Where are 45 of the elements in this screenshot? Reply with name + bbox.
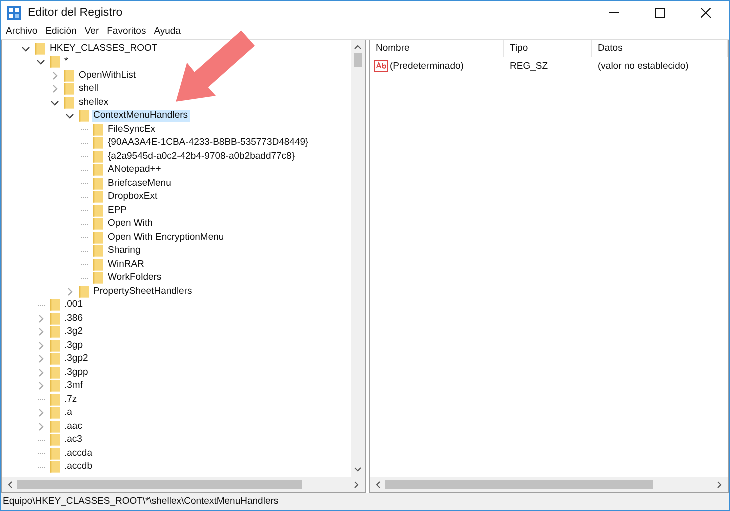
tree-item[interactable]: shellex: [77, 96, 111, 109]
tree-item[interactable]: .3gp2: [62, 353, 90, 366]
tree-item[interactable]: OpenWithList: [77, 70, 138, 82]
tree-item[interactable]: *: [62, 56, 70, 68]
tree-item[interactable]: {a2a9545d-a0c2-42b4-9708-a0b2badd77c8}: [106, 150, 298, 163]
tree-item[interactable]: .001: [62, 299, 85, 312]
tree-item[interactable]: .accda: [62, 448, 94, 460]
tree-item[interactable]: ContextMenuHandlers: [92, 110, 190, 122]
tree-item[interactable]: .ac3: [62, 434, 84, 446]
tree-item[interactable]: ANotepad++: [106, 164, 164, 176]
tree-item[interactable]: {90AA3A4E-1CBA-4233-B8BB-535773D48449}: [106, 137, 311, 150]
tree-item[interactable]: .3mf: [62, 380, 85, 392]
menu-item[interactable]: Archivo: [6, 26, 38, 36]
tree-item[interactable]: Sharing: [106, 245, 143, 258]
status-bar: Equipo\HKEY_CLASSES_ROOT\*\shellex\ContextMenuHandlers: [1, 493, 729, 510]
tree-item[interactable]: PropertySheetHandlers: [92, 286, 194, 298]
column-header[interactable]: Tipo: [504, 40, 592, 57]
tree-item[interactable]: .7z: [62, 394, 80, 406]
menu-item[interactable]: Edición: [46, 26, 77, 36]
tree-item[interactable]: Open With: [106, 218, 155, 230]
tree-item[interactable]: DropboxExt: [106, 191, 160, 204]
tree-item[interactable]: shell: [77, 83, 101, 96]
value-type: REG_SZ: [509, 60, 550, 72]
tree-item[interactable]: HKEY_CLASSES_ROOT: [48, 42, 160, 55]
tree-item[interactable]: .accdb: [62, 461, 94, 474]
tree-item[interactable]: FileSyncEx: [106, 124, 158, 136]
window-title: Editor del Registro: [28, 6, 123, 18]
menu-item[interactable]: Ver: [84, 26, 100, 36]
tree-item[interactable]: .aac: [62, 420, 84, 433]
tree-item[interactable]: .3g2: [62, 326, 85, 338]
tree-item[interactable]: WorkFolders: [106, 272, 164, 284]
column-header[interactable]: Nombre: [370, 40, 504, 57]
tree-item[interactable]: .3gpp: [62, 366, 90, 379]
tree-item[interactable]: Open With EncryptionMenu: [106, 232, 226, 244]
menu-item[interactable]: Ayuda: [154, 26, 181, 36]
tree-item[interactable]: EPP: [106, 204, 130, 217]
tree-item[interactable]: WinRAR: [106, 258, 146, 271]
value-data: (valor no establecido): [597, 60, 690, 72]
menu-item[interactable]: Favoritos: [107, 26, 146, 36]
tree-item[interactable]: .386: [62, 312, 85, 325]
tree-item[interactable]: .3gp: [62, 340, 85, 352]
value-name: (Predeterminado): [390, 60, 464, 72]
tree-item[interactable]: BriefcaseMenu: [106, 178, 174, 190]
column-header[interactable]: Datos: [592, 40, 728, 57]
tree-item[interactable]: .a: [62, 407, 74, 420]
